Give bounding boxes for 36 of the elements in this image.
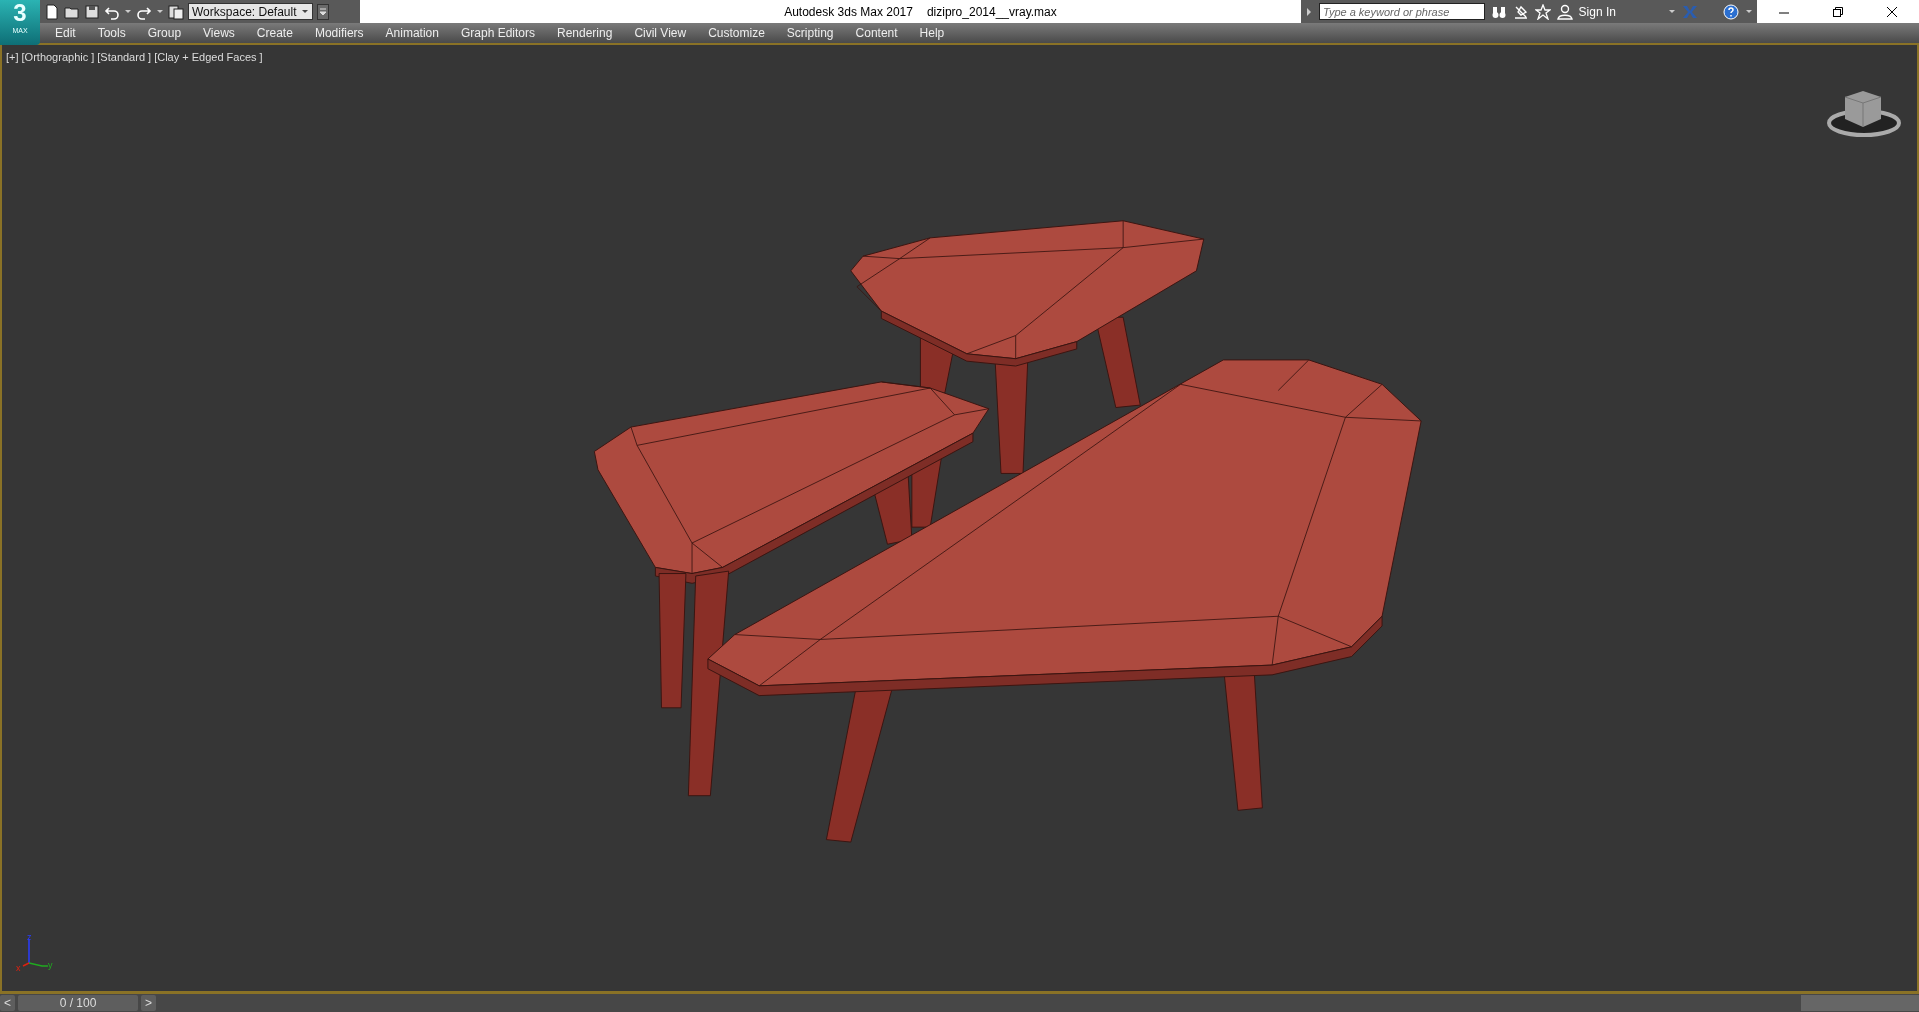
workspace-dropdown[interactable]: Workspace: Default: [188, 3, 313, 20]
menu-item[interactable]: Tools: [86, 23, 137, 43]
help-icon[interactable]: [1723, 3, 1739, 20]
menu-item[interactable]: Content: [844, 23, 909, 43]
viewport-label[interactable]: [Clay + Edged Faces ]: [154, 51, 263, 63]
menu-item[interactable]: Edit: [44, 23, 87, 43]
close-icon[interactable]: [1885, 4, 1899, 19]
file-name: dizipro_2014__vray.max: [926, 4, 1057, 19]
menu-item[interactable]: Customize: [697, 23, 776, 43]
menu-item[interactable]: Modifiers: [303, 23, 375, 43]
menu-item[interactable]: Help: [908, 23, 956, 43]
menu-item[interactable]: Graph Editors: [449, 23, 546, 43]
viewport-label[interactable]: [Standard ]: [97, 51, 152, 63]
menu-item[interactable]: Group: [136, 23, 193, 43]
viewport-label[interactable]: [Orthographic ]: [21, 51, 95, 63]
menu-item[interactable]: Civil View: [623, 23, 698, 43]
next-frame-button[interactable]: >: [141, 995, 157, 1011]
menu-item[interactable]: Rendering: [546, 23, 624, 43]
satellite-icon[interactable]: [1512, 3, 1529, 20]
project-folder-icon[interactable]: [168, 3, 184, 20]
app-title: Autodesk 3ds Max 2017: [784, 4, 913, 19]
sign-in-link[interactable]: Sign In: [1578, 4, 1663, 19]
previous-frame-button[interactable]: <: [0, 995, 15, 1011]
search-field[interactable]: Type a keyword or phrase: [1319, 3, 1485, 20]
viewport-label[interactable]: [+]: [6, 51, 19, 63]
new-file-icon[interactable]: [44, 3, 60, 20]
user-icon[interactable]: [1556, 3, 1573, 20]
save-icon[interactable]: [84, 3, 100, 20]
time-slider-thumb[interactable]: 0 / 100: [18, 995, 138, 1011]
menu-item[interactable]: Animation: [374, 23, 450, 43]
restore-icon[interactable]: [1831, 4, 1845, 19]
menu-item[interactable]: Scripting: [775, 23, 845, 43]
star-icon[interactable]: [1534, 3, 1551, 20]
menu-item[interactable]: Views: [192, 23, 246, 43]
menu-item[interactable]: Create: [245, 23, 304, 43]
dropdown-icon[interactable]: [317, 3, 329, 20]
